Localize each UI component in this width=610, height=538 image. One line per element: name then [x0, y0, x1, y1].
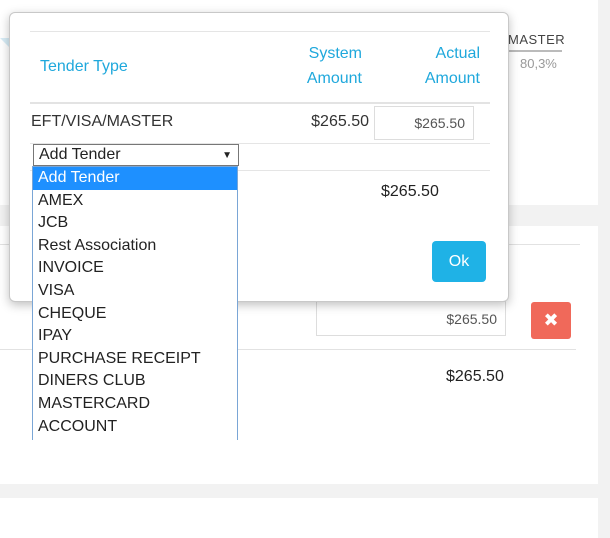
- close-icon: ✖: [543, 310, 559, 330]
- dropdown-option[interactable]: ACCOUNT: [33, 416, 237, 439]
- caret-down-icon: ▼: [222, 150, 232, 161]
- background-percent: 80,3%: [520, 56, 557, 71]
- background-total-amount: $265.50: [446, 368, 504, 385]
- dropdown-option[interactable]: IPAY: [33, 325, 237, 348]
- dropdown-option[interactable]: Add Tender: [33, 167, 237, 190]
- header-system-amount-line2: Amount: [306, 70, 362, 87]
- dropdown-option[interactable]: CHEQUE: [33, 303, 237, 326]
- dropdown-option[interactable]: DINERS CLUB: [33, 370, 237, 393]
- dropdown-option[interactable]: Rest Association: [33, 235, 237, 258]
- dropdown-option[interactable]: AMEX: [33, 190, 237, 213]
- actual-amount-input[interactable]: $265.50: [374, 106, 474, 140]
- header-actual-amount: Actual Amount: [390, 41, 480, 91]
- dropdown-option[interactable]: JCB: [33, 212, 237, 235]
- modal-total-amount: $265.50: [381, 183, 439, 200]
- delete-button[interactable]: ✖: [531, 302, 571, 339]
- ok-button[interactable]: Ok: [432, 241, 486, 282]
- add-tender-select-value: Add Tender: [39, 146, 121, 163]
- background-tender-underline: [508, 50, 562, 52]
- header-actual-amount-line2: Amount: [424, 70, 480, 87]
- tender-row-system-amount: $265.50: [311, 113, 369, 130]
- header-divider: [30, 102, 490, 104]
- dropdown-option[interactable]: PURCHASE RECEIPT: [33, 348, 237, 371]
- background-actual-amount-input[interactable]: $265.50: [316, 301, 506, 336]
- tender-row-type: EFT/VISA/MASTER: [31, 113, 174, 130]
- header-actual-amount-line1: Actual: [435, 45, 480, 62]
- dropdown-option[interactable]: VISA: [33, 280, 237, 303]
- dropdown-option[interactable]: INVOICE: [33, 257, 237, 280]
- background-tender-label: MASTER: [508, 32, 566, 47]
- dropdown-option[interactable]: MASTERCARD: [33, 393, 237, 416]
- header-system-amount-line1: System: [308, 45, 362, 62]
- background-card-bottom: [0, 498, 598, 538]
- header-system-amount: System Amount: [270, 41, 362, 91]
- modal-top-divider: [30, 31, 490, 32]
- tender-dropdown-list: Add Tender AMEX JCB Rest Association INV…: [32, 166, 238, 440]
- header-tender-type: Tender Type: [40, 58, 128, 75]
- add-tender-select[interactable]: Add Tender ▼: [33, 144, 239, 166]
